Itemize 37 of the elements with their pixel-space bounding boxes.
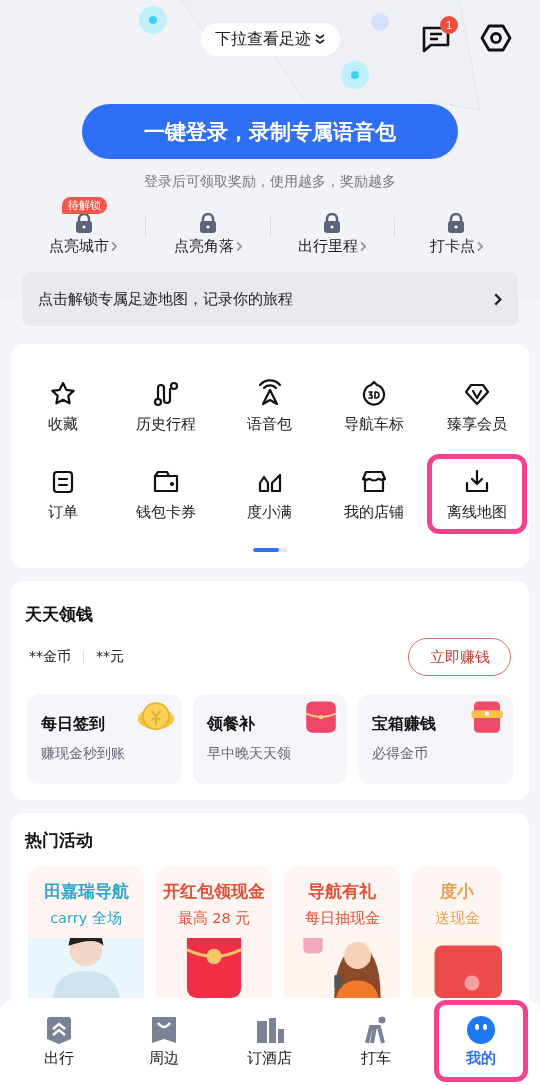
smiley-avatar-icon bbox=[466, 1014, 497, 1045]
task-card[interactable]: 每日签到 赚现金秒到账 bbox=[27, 694, 182, 784]
double-chevron-down-icon bbox=[313, 33, 326, 45]
tool-item[interactable]: 离线地图 bbox=[427, 454, 527, 534]
pull-hint[interactable]: 下拉查看足迹 bbox=[200, 22, 340, 56]
login-button[interactable]: 一键登录，录制专属语音包 bbox=[82, 104, 458, 159]
login-subtitle: 登录后可领取奖励，使用越多，奖励越多 bbox=[144, 173, 396, 191]
location-dot bbox=[341, 61, 369, 89]
activity-card[interactable]: 开红包领现金 最高 28 元 bbox=[156, 866, 272, 998]
chevron-right-icon bbox=[235, 241, 242, 252]
cash-amount: **元 bbox=[96, 648, 124, 666]
chevron-right-icon bbox=[494, 292, 502, 306]
chevron-right-icon bbox=[111, 241, 118, 252]
lock-icon bbox=[74, 213, 93, 233]
unlock-banner[interactable]: 点击解锁专属足迹地图，记录你的旅程 bbox=[22, 272, 518, 326]
lock-icon bbox=[323, 213, 342, 233]
footprint-stat[interactable]: 点亮角落 bbox=[146, 197, 270, 256]
footprint-stat[interactable]: 出行里程 bbox=[270, 197, 394, 256]
lock-icon bbox=[447, 213, 466, 233]
messages-button[interactable]: 1 bbox=[414, 16, 458, 60]
section-title: 天天领钱 bbox=[24, 603, 94, 626]
location-dot bbox=[139, 6, 167, 34]
settings-icon bbox=[480, 22, 512, 54]
tab-item[interactable]: 我的 bbox=[434, 1000, 528, 1082]
chevron-right-icon bbox=[359, 241, 367, 252]
chevron-right-icon bbox=[476, 241, 483, 252]
footprint-stat[interactable]: 待解锁 点亮城市 bbox=[22, 197, 146, 256]
task-card[interactable]: 领餐补 早中晚天天领 bbox=[192, 694, 348, 784]
lock-icon bbox=[198, 213, 217, 233]
coin-amount: **金币 bbox=[29, 648, 71, 666]
earn-button[interactable]: 立即赚钱 bbox=[408, 638, 511, 676]
task-card[interactable]: 宝箱赚钱 必得金币 bbox=[358, 694, 513, 784]
footprint-stat[interactable]: 打卡点 bbox=[394, 197, 518, 256]
section-title: 热门活动 bbox=[24, 829, 94, 852]
locked-tag: 待解锁 bbox=[61, 197, 107, 214]
activity-card[interactable]: 导航有礼 每日抽现金 bbox=[284, 866, 400, 998]
location-dot bbox=[371, 13, 389, 31]
